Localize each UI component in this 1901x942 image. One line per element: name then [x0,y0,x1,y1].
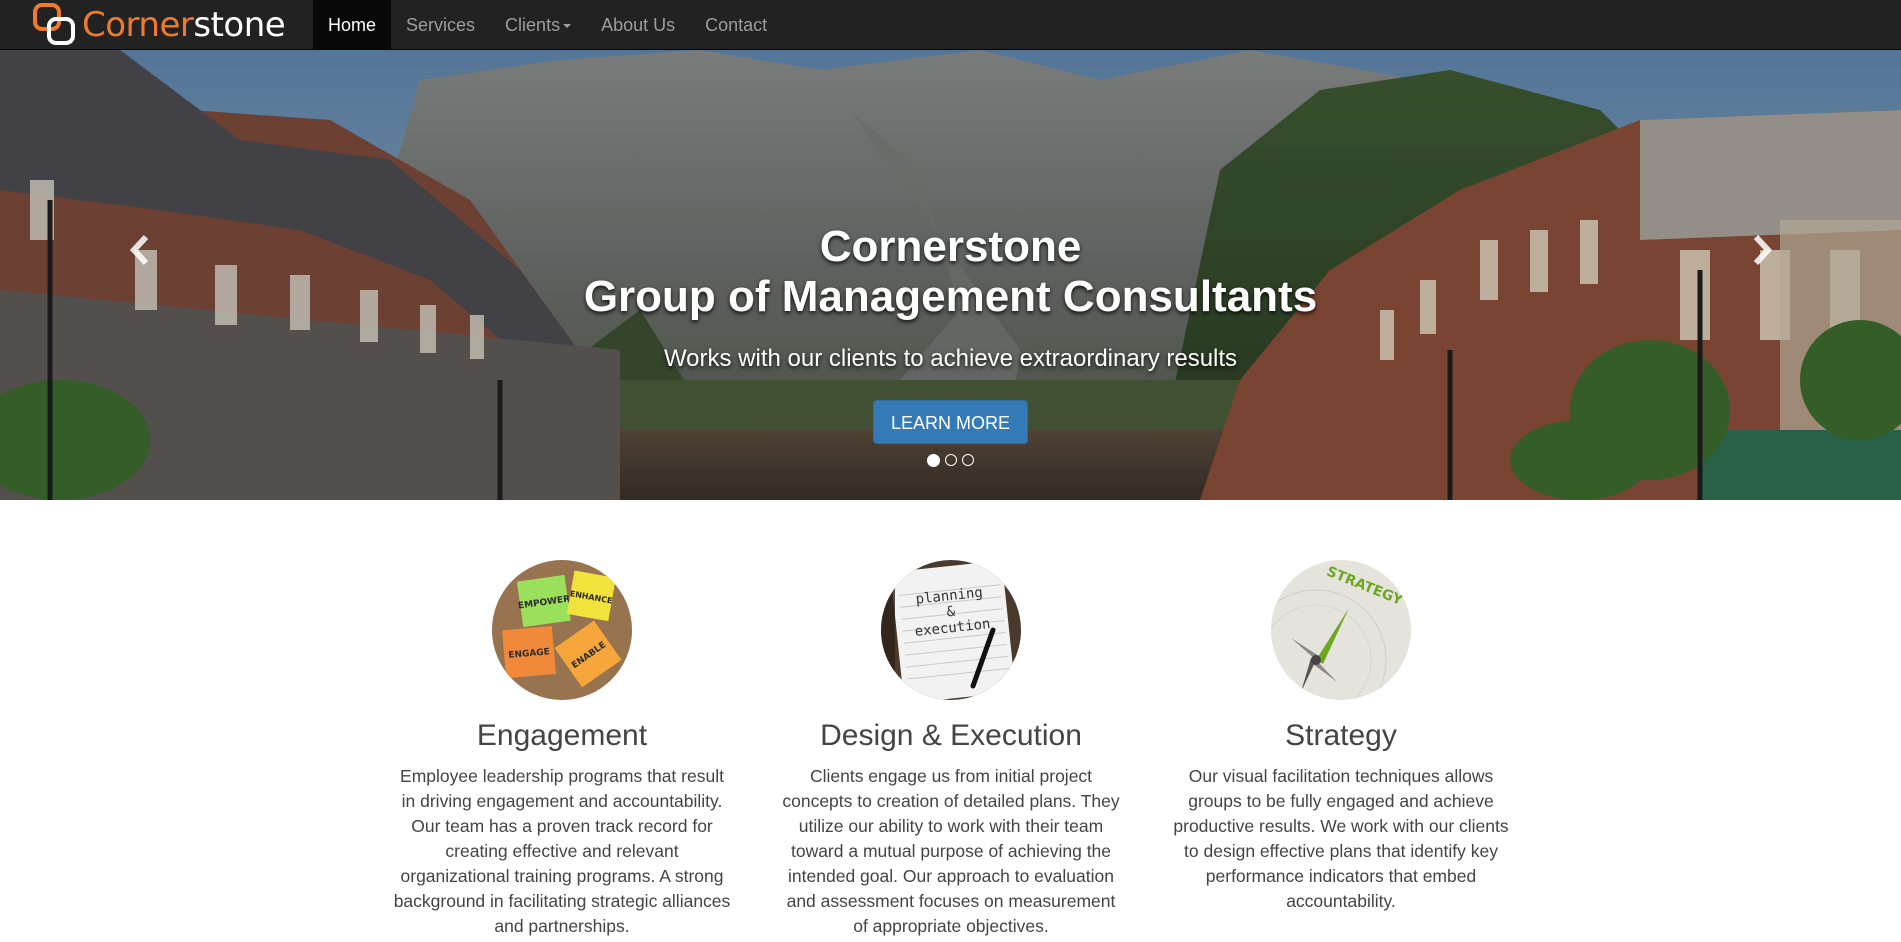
feature-title-design-execution: Design & Execution [820,719,1082,752]
feature-design-execution: planning & execution Design & Execution … [781,560,1121,939]
main-nav: Home Services Clients About Us Contact [313,0,782,50]
hero-title-line2: Group of Management Consultants [583,272,1318,321]
carousel-indicator-2[interactable] [945,454,957,466]
carousel-indicator-1[interactable] [927,454,940,467]
top-navbar: Cornerstone Home Services Clients About … [0,0,1901,50]
carousel-indicator-3[interactable] [962,454,974,466]
nav-clients[interactable]: Clients [490,0,586,50]
caret-down-icon [563,24,572,29]
compass-image: STRATEGY [1271,560,1411,700]
logo-icon [33,3,75,45]
feature-text-design-execution: Clients engage us from initial project c… [782,766,1120,936]
brand-logo[interactable]: Cornerstone [32,2,286,48]
hero-carousel: Cornerstone Group of Management Consulta… [0,50,1901,500]
feature-text-engagement: Employee leadership programs that result… [393,766,731,936]
carousel-caption: Cornerstone Group of Management Consulta… [0,222,1901,444]
feature-engagement: EMPOWER ENHANCE ENGAGE ENABLE Engagement… [392,560,732,939]
feature-strategy: STRATEGY Strategy Our visual facilitatio… [1171,560,1511,914]
hero-title: Cornerstone Group of Management Consulta… [0,222,1901,322]
brand-name: Cornerstone [82,5,286,45]
hero-title-line1: Cornerstone [819,222,1082,271]
nav-services[interactable]: Services [391,0,490,50]
nav-about-us[interactable]: About Us [586,0,690,50]
feature-text-strategy: Our visual facilitation techniques allow… [1173,766,1509,911]
notebook-image: planning & execution [881,560,1021,700]
nav-contact[interactable]: Contact [690,0,782,50]
feature-title-engagement: Engagement [476,719,648,752]
features-section: EMPOWER ENHANCE ENGAGE ENABLE Engagement… [0,500,1901,942]
nav-clients-label: Clients [505,15,561,35]
hero-subtitle: Works with our clients to achieve extrao… [663,345,1238,372]
nav-home[interactable]: Home [313,0,392,50]
sticky-notes-image: EMPOWER ENHANCE ENGAGE ENABLE [492,560,632,700]
feature-title-strategy: Strategy [1285,719,1397,752]
learn-more-button[interactable]: LEARN MORE [872,400,1029,444]
